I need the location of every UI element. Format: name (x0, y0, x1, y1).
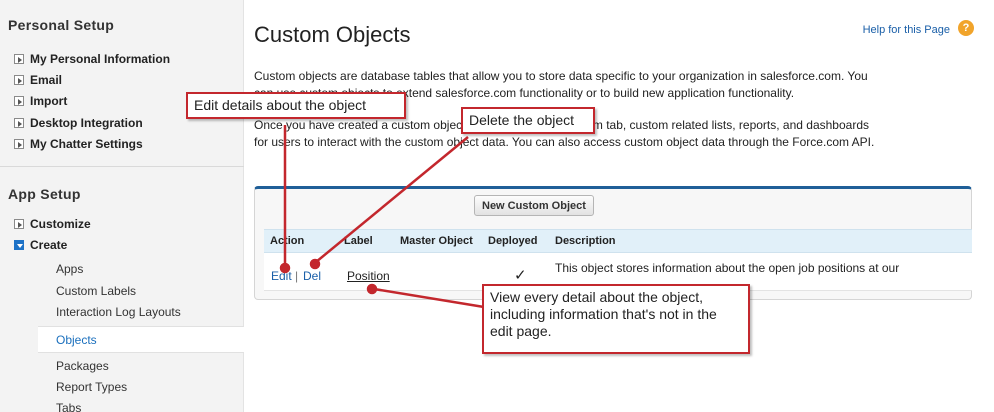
sidebar-subitem-apps[interactable]: Apps (56, 262, 83, 276)
column-header-deployed[interactable]: Deployed (488, 235, 538, 247)
page-title: Custom Objects (254, 22, 411, 47)
expand-icon (14, 219, 24, 229)
sidebar-subitem-custom-labels[interactable]: Custom Labels (56, 284, 136, 298)
sidebar-item-create[interactable]: Create (14, 238, 67, 252)
column-header-action: Action (270, 235, 305, 247)
new-custom-object-button[interactable]: New Custom Object (474, 195, 594, 216)
personal-setup-heading: Personal Setup (8, 17, 115, 33)
description-cell: This object stores information about the… (555, 261, 900, 275)
deployed-check-icon: ✓ (514, 267, 527, 284)
sidebar-item-email[interactable]: Email (14, 73, 62, 87)
callout-edit-details: Edit details about the object (186, 92, 406, 119)
expand-icon (14, 54, 24, 64)
description-line: for users to interact with the custom ob… (254, 135, 875, 149)
sidebar-item-label: Email (30, 73, 63, 87)
expand-icon (14, 139, 24, 149)
sidebar-item-label: Create (30, 238, 68, 252)
app-setup-heading: App Setup (8, 186, 81, 202)
sidebar-subitem-packages[interactable]: Packages (56, 359, 109, 373)
sidebar-item-label: My Chatter Settings (30, 137, 143, 151)
column-header-description[interactable]: Description (555, 235, 616, 247)
sidebar-item-label: Import (30, 94, 68, 108)
sidebar-item-customize[interactable]: Customize (14, 217, 91, 231)
expand-icon (14, 118, 24, 128)
setup-sidebar: Personal Setup My Personal Information E… (0, 0, 244, 412)
sidebar-divider (0, 166, 244, 167)
callout-view-details: View every detail about the object, incl… (482, 284, 750, 354)
sidebar-item-my-chatter-settings[interactable]: My Chatter Settings (14, 137, 143, 151)
question-icon[interactable]: ? (958, 20, 974, 36)
sidebar-item-label: Desktop Integration (30, 116, 143, 130)
sidebar-item-import[interactable]: Import (14, 94, 67, 108)
sidebar-item-my-personal-information[interactable]: My Personal Information (14, 52, 170, 66)
help-link[interactable]: Help for this Page (863, 24, 950, 36)
callout-delete-object: Delete the object (461, 107, 595, 134)
sidebar-item-label: Customize (30, 217, 91, 231)
edit-link[interactable]: Edit (271, 269, 292, 283)
sidebar-subitem-report-types[interactable]: Report Types (56, 380, 127, 394)
object-label-link[interactable]: Position (347, 269, 390, 283)
sidebar-item-label: My Personal Information (30, 52, 171, 66)
expand-icon (14, 96, 24, 106)
sidebar-subitem-interaction-log-layouts[interactable]: Interaction Log Layouts (56, 305, 181, 319)
delete-link[interactable]: Del (303, 269, 321, 283)
expand-icon (14, 75, 24, 85)
sidebar-subitem-tabs[interactable]: Tabs (56, 401, 81, 412)
description-line: Custom objects are database tables that … (254, 69, 868, 83)
column-header-master-object[interactable]: Master Object (400, 235, 473, 247)
collapse-icon (14, 240, 24, 250)
sidebar-subitem-objects[interactable]: Objects (38, 326, 244, 353)
column-header-label[interactable]: Label (344, 235, 373, 247)
sidebar-item-desktop-integration[interactable]: Desktop Integration (14, 116, 143, 130)
action-separator: | (295, 269, 299, 283)
